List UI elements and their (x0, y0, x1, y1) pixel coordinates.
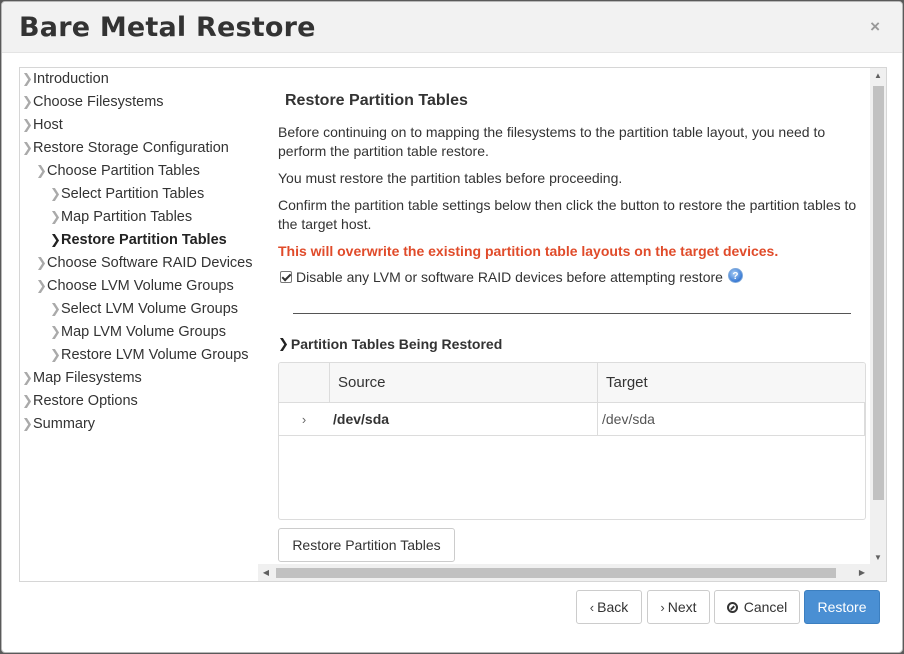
table-row: › /dev/sda /dev/sda (279, 403, 865, 436)
scroll-up-arrow-icon[interactable]: ▲ (870, 68, 886, 84)
dialog-header: Bare Metal Restore × (2, 2, 902, 53)
step-content-panel: Restore Partition Tables Before continui… (258, 67, 887, 582)
next-button[interactable]: › Next (647, 590, 710, 624)
chevron-right-icon: ❯ (22, 140, 33, 155)
cancel-button[interactable]: Cancel (714, 590, 800, 624)
horizontal-scroll-thumb[interactable] (276, 568, 836, 578)
sidebar-item-introduction[interactable]: ❯ Introduction (22, 69, 109, 89)
column-header-target[interactable]: Target (597, 363, 865, 402)
partition-tables-grid: Source Target › /dev/sda /dev/sda (278, 362, 866, 520)
scroll-right-arrow-icon[interactable]: ▶ (854, 564, 870, 581)
must-restore-paragraph: You must restore the partition tables be… (278, 170, 623, 186)
restore-button[interactable]: Restore (804, 590, 880, 624)
sidebar-item-choose-filesystems[interactable]: ❯ Choose Filesystems (22, 92, 164, 112)
chevron-right-icon: ❯ (36, 278, 47, 293)
intro-paragraph: Before continuing on to mapping the file… (278, 124, 826, 159)
chevron-right-icon: ❯ (50, 301, 61, 316)
chevron-right-icon: ❯ (50, 232, 61, 247)
restore-partition-tables-button[interactable]: Restore Partition Tables (278, 528, 455, 562)
chevron-right-icon: › (660, 599, 665, 615)
sidebar-item-map-lvm-volume-groups[interactable]: ❯ Map LVM Volume Groups (50, 322, 226, 342)
close-icon[interactable]: × (870, 18, 880, 35)
chevron-right-icon: ❯ (22, 416, 33, 431)
sidebar-item-select-partition-tables[interactable]: ❯ Select Partition Tables (50, 184, 204, 204)
chevron-right-icon: ❯ (36, 163, 47, 178)
vertical-scroll-thumb[interactable] (873, 86, 884, 500)
chevron-right-icon: ❯ (50, 209, 61, 224)
chevron-right-icon: ❯ (50, 324, 61, 339)
chevron-right-icon: ❯ (36, 255, 47, 270)
row-expander[interactable]: › (279, 403, 329, 435)
sidebar-item-host[interactable]: ❯ Host (22, 115, 63, 135)
chevron-right-icon: ❯ (22, 94, 33, 109)
ban-icon (726, 601, 738, 613)
sidebar-item-map-filesystems[interactable]: ❯ Map Filesystems (22, 368, 142, 388)
column-header-source[interactable]: Source (329, 363, 597, 402)
sidebar-item-choose-lvm-volume-groups[interactable]: ❯ Choose LVM Volume Groups (36, 276, 234, 296)
confirm-paragraph: Confirm the partition table settings bel… (278, 197, 857, 232)
sidebar-item-summary[interactable]: ❯ Summary (22, 414, 95, 434)
sidebar-item-restore-partition-tables[interactable]: ❯ Restore Partition Tables (50, 230, 227, 250)
chevron-right-icon: ❯ (50, 186, 61, 201)
disable-lvm-raid-checkbox[interactable] (280, 271, 292, 283)
bare-metal-restore-dialog: Bare Metal Restore × ❯ Introduction ❯ Choo… (1, 1, 903, 653)
sidebar-item-choose-software-raid-devices[interactable]: ❯ Choose Software RAID Devices (36, 253, 253, 273)
scroll-left-arrow-icon[interactable]: ◀ (258, 564, 274, 581)
section-title: Restore Partition Tables (285, 92, 468, 109)
back-button[interactable]: ‹ Back (576, 590, 642, 624)
help-icon[interactable]: ? (727, 267, 743, 283)
partition-tables-section-toggle[interactable]: ❯ Partition Tables Being Restored (278, 336, 502, 352)
scrollbar-corner (871, 564, 886, 581)
sidebar-item-restore-storage-configuration[interactable]: ❯ Restore Storage Configuration (22, 138, 229, 158)
disable-lvm-raid-label: Disable any LVM or software RAID devices… (296, 269, 723, 285)
grid-header: Source Target (279, 363, 865, 403)
partition-tables-section-title: Partition Tables Being Restored (290, 336, 503, 352)
chevron-right-icon: ❯ (50, 347, 61, 362)
chevron-right-icon: ❯ (278, 336, 289, 351)
wizard-steps-sidebar: ❯ Introduction ❯ Choose Filesystems ❯ Host … (19, 67, 259, 582)
overwrite-warning: This will overwrite the existing partiti… (278, 243, 779, 259)
dialog-title: Bare Metal Restore (19, 12, 316, 43)
source-cell: /dev/sda (333, 411, 390, 427)
chevron-left-icon: ‹ (589, 599, 595, 615)
sidebar-item-select-lvm-volume-groups[interactable]: ❯ Select LVM Volume Groups (50, 299, 238, 319)
disable-lvm-raid-option: Disable any LVM or software RAID devices… (280, 267, 743, 285)
sidebar-item-restore-lvm-volume-groups[interactable]: ❯ Restore LVM Volume Groups (50, 345, 249, 365)
sidebar-item-choose-partition-tables[interactable]: ❯ Choose Partition Tables (36, 161, 200, 181)
chevron-right-icon: › (301, 411, 307, 427)
vertical-scrollbar[interactable]: ▲ ▼ (870, 68, 886, 566)
target-cell: /dev/sda (597, 403, 865, 435)
horizontal-scrollbar[interactable]: ◀ ▶ (258, 564, 886, 581)
chevron-right-icon: ❯ (22, 71, 33, 86)
chevron-right-icon: ❯ (22, 393, 33, 408)
sidebar-item-restore-options[interactable]: ❯ Restore Options (22, 391, 138, 411)
divider (293, 313, 851, 314)
chevron-right-icon: ❯ (22, 370, 33, 385)
chevron-right-icon: ❯ (22, 117, 33, 132)
sidebar-item-map-partition-tables[interactable]: ❯ Map Partition Tables (50, 207, 192, 227)
